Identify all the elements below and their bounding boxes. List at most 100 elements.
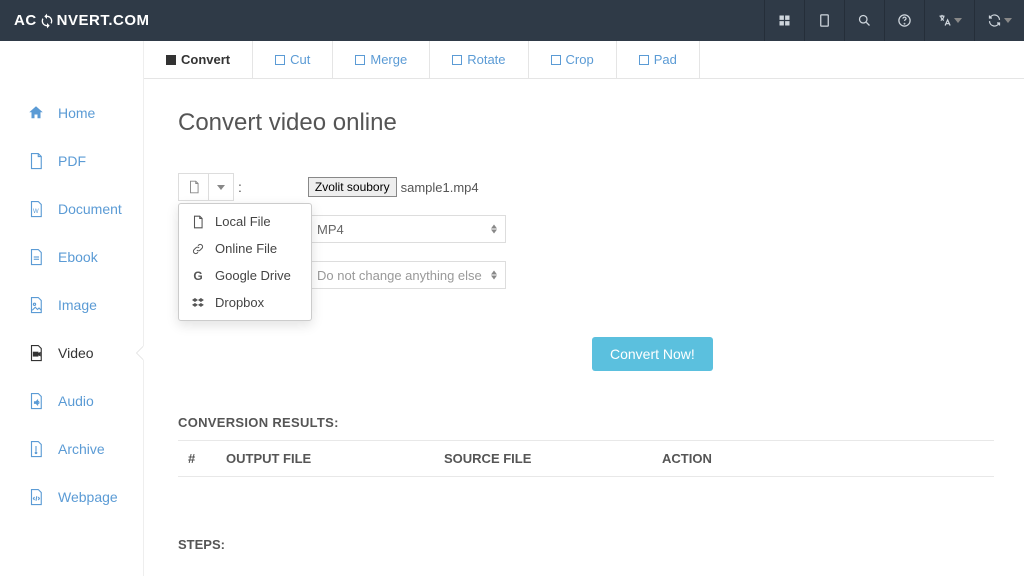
colon-label: : bbox=[238, 179, 242, 195]
refresh-icon[interactable] bbox=[974, 0, 1024, 41]
dropdown-item-online-file[interactable]: Online File bbox=[179, 235, 311, 262]
convert-now-button[interactable]: Convert Now! bbox=[592, 337, 713, 371]
dropdown-item-label: Dropbox bbox=[215, 295, 264, 310]
sidebar-item-label: Audio bbox=[58, 393, 94, 409]
tab-label: Convert bbox=[181, 52, 230, 67]
main-area: Convert Cut Merge Rotate Crop Pad Conver… bbox=[144, 41, 1024, 576]
sidebar-item-audio[interactable]: Audio bbox=[0, 377, 143, 425]
sidebar-item-archive[interactable]: Archive bbox=[0, 425, 143, 473]
sidebar-item-label: Document bbox=[58, 201, 122, 217]
tab-label: Rotate bbox=[467, 52, 505, 67]
square-icon bbox=[551, 55, 561, 65]
pdf-icon bbox=[26, 151, 46, 171]
convert-form: : Zvolit soubory sample1.mp4 Local File bbox=[178, 173, 994, 371]
square-icon bbox=[166, 55, 176, 65]
sidebar-item-webpage[interactable]: Webpage bbox=[0, 473, 143, 521]
options-value: Do not change anything else bbox=[317, 268, 482, 283]
target-format-select[interactable]: MP4 bbox=[306, 215, 506, 243]
search-icon[interactable] bbox=[844, 0, 884, 41]
sidebar-item-label: Archive bbox=[58, 441, 105, 457]
sidebar-item-image[interactable]: Image bbox=[0, 281, 143, 329]
logo[interactable]: AC NVERT.COM bbox=[14, 12, 150, 29]
col-action-header: ACTION bbox=[662, 451, 712, 466]
dropdown-item-dropbox[interactable]: Dropbox bbox=[179, 289, 311, 316]
tab-cut[interactable]: Cut bbox=[253, 41, 333, 78]
source-file-button[interactable] bbox=[179, 174, 209, 200]
sidebar-item-ebook[interactable]: Ebook bbox=[0, 233, 143, 281]
header-right bbox=[764, 0, 1024, 41]
square-icon bbox=[639, 55, 649, 65]
chevron-down-icon bbox=[217, 185, 225, 190]
sidebar: Home PDF W Document Ebook Image Video Au… bbox=[0, 41, 144, 576]
square-icon bbox=[275, 55, 285, 65]
options-select[interactable]: Do not change anything else bbox=[306, 261, 506, 289]
chevron-down-icon bbox=[1004, 18, 1012, 23]
source-dropdown-toggle[interactable] bbox=[209, 174, 233, 200]
dropdown-item-label: Google Drive bbox=[215, 268, 291, 283]
target-format-value: MP4 bbox=[317, 222, 344, 237]
tab-label: Merge bbox=[370, 52, 407, 67]
file-input[interactable]: Zvolit soubory sample1.mp4 bbox=[308, 176, 479, 198]
sidebar-item-label: Video bbox=[58, 345, 94, 361]
sidebar-item-label: Ebook bbox=[58, 249, 98, 265]
chevron-down-icon bbox=[954, 18, 962, 23]
logo-suffix: NVERT.COM bbox=[57, 12, 150, 29]
file-icon bbox=[187, 180, 201, 194]
square-icon bbox=[452, 55, 462, 65]
col-output-header: OUTPUT FILE bbox=[226, 451, 444, 466]
apps-icon[interactable] bbox=[764, 0, 804, 41]
select-caret-icon bbox=[491, 271, 497, 280]
webpage-icon bbox=[26, 487, 46, 507]
source-dropdown: Local File Online File G Google Drive bbox=[178, 203, 312, 321]
choose-files-button[interactable]: Zvolit soubory bbox=[308, 177, 397, 197]
sidebar-item-document[interactable]: W Document bbox=[0, 185, 143, 233]
link-icon bbox=[191, 242, 205, 256]
tab-rotate[interactable]: Rotate bbox=[430, 41, 528, 78]
top-header: AC NVERT.COM bbox=[0, 0, 1024, 41]
file-icon bbox=[191, 215, 205, 229]
audio-icon bbox=[26, 391, 46, 411]
steps-heading: STEPS: bbox=[178, 537, 994, 552]
col-number-header: # bbox=[178, 451, 226, 466]
image-icon bbox=[26, 295, 46, 315]
tab-pad[interactable]: Pad bbox=[617, 41, 700, 78]
selected-file-name: sample1.mp4 bbox=[401, 180, 479, 195]
sidebar-item-label: Image bbox=[58, 297, 97, 313]
ebook-icon bbox=[26, 247, 46, 267]
sync-icon bbox=[39, 13, 55, 29]
page-title: Convert video online bbox=[178, 109, 994, 137]
tab-label: Pad bbox=[654, 52, 677, 67]
sidebar-item-label: Webpage bbox=[58, 489, 118, 505]
square-icon bbox=[355, 55, 365, 65]
tab-crop[interactable]: Crop bbox=[529, 41, 617, 78]
col-source-header: SOURCE FILE bbox=[444, 451, 662, 466]
tab-label: Cut bbox=[290, 52, 310, 67]
logo-prefix: AC bbox=[14, 12, 37, 29]
video-icon bbox=[26, 343, 46, 363]
language-icon[interactable] bbox=[924, 0, 974, 41]
results-heading: CONVERSION RESULTS: bbox=[178, 415, 994, 430]
tab-merge[interactable]: Merge bbox=[333, 41, 430, 78]
svg-text:W: W bbox=[33, 209, 39, 215]
dropdown-item-label: Local File bbox=[215, 214, 271, 229]
google-icon: G bbox=[191, 269, 205, 283]
dropbox-icon bbox=[191, 296, 205, 310]
sidebar-item-video[interactable]: Video bbox=[0, 329, 143, 377]
document-icon: W bbox=[26, 199, 46, 219]
source-type-group bbox=[178, 173, 234, 201]
dropdown-item-google-drive[interactable]: G Google Drive bbox=[179, 262, 311, 289]
sidebar-item-home[interactable]: Home bbox=[0, 89, 143, 137]
select-caret-icon bbox=[491, 225, 497, 234]
home-icon bbox=[26, 103, 46, 123]
archive-icon bbox=[26, 439, 46, 459]
tabs: Convert Cut Merge Rotate Crop Pad bbox=[144, 41, 1024, 79]
dropdown-item-local-file[interactable]: Local File bbox=[179, 208, 311, 235]
help-icon[interactable] bbox=[884, 0, 924, 41]
sidebar-item-pdf[interactable]: PDF bbox=[0, 137, 143, 185]
sidebar-item-label: PDF bbox=[58, 153, 86, 169]
results-table: # OUTPUT FILE SOURCE FILE ACTION bbox=[178, 440, 994, 477]
dropdown-item-label: Online File bbox=[215, 241, 277, 256]
tablet-icon[interactable] bbox=[804, 0, 844, 41]
tab-convert[interactable]: Convert bbox=[144, 41, 253, 78]
tab-label: Crop bbox=[566, 52, 594, 67]
